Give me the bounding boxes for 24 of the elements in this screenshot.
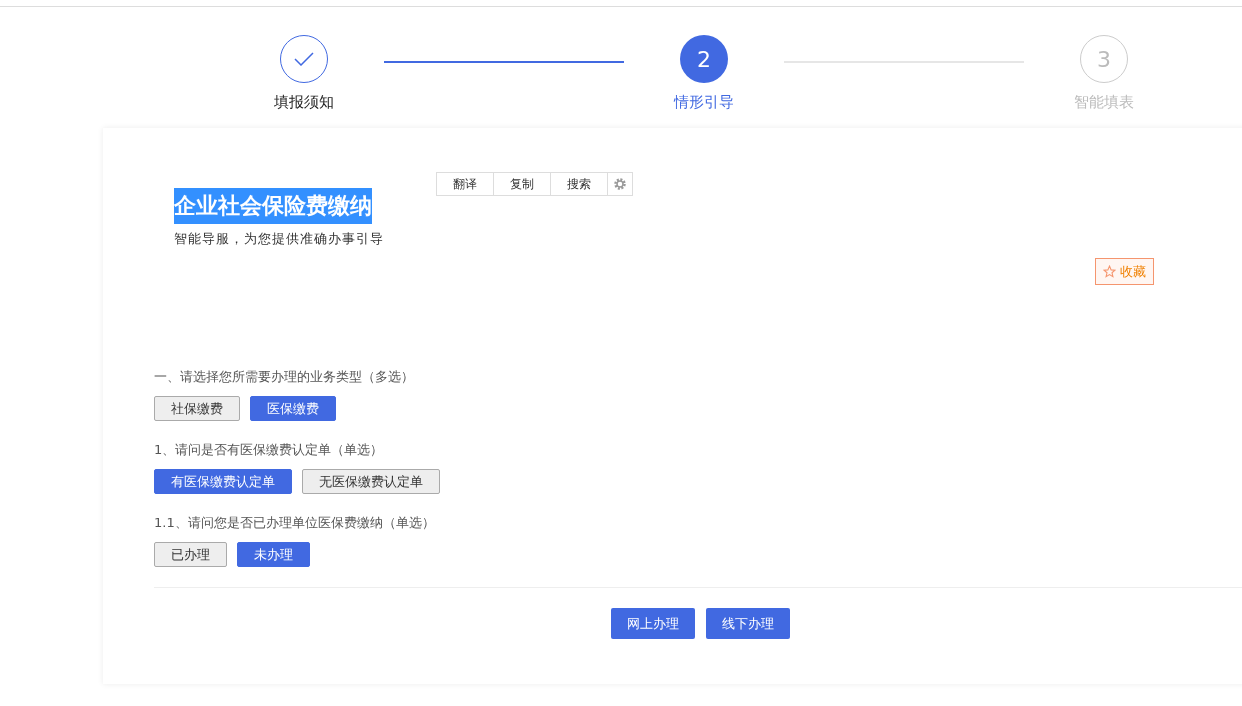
- star-icon: [1103, 265, 1116, 278]
- check-icon: [294, 52, 314, 66]
- step-label: 情形引导: [674, 93, 734, 112]
- option-button[interactable]: 无医保缴费认定单: [302, 469, 440, 494]
- popup-action[interactable]: 翻译: [437, 173, 494, 195]
- action-button[interactable]: 网上办理: [610, 608, 695, 639]
- settings-icon[interactable]: [613, 177, 627, 191]
- question-text: 1.1、请问您是否已办理单位医保费缴纳（单选）: [154, 514, 436, 532]
- action-button[interactable]: 线下办理: [705, 608, 790, 639]
- page-title: 企业社会保险费缴纳: [174, 188, 372, 224]
- question-text: 1、请问是否有医保缴费认定单（单选）: [154, 441, 385, 459]
- option-button[interactable]: 有医保缴费认定单: [154, 469, 292, 494]
- step-label: 填报须知: [274, 93, 334, 112]
- popup-action[interactable]: 搜索: [551, 173, 608, 195]
- question-text: 一、请选择您所需要办理的业务类型（多选）: [154, 368, 415, 386]
- option-button[interactable]: 未办理: [237, 542, 310, 567]
- step-label: 智能填表: [1074, 93, 1134, 112]
- page-subtitle: 智能导服，为您提供准确办事引导: [174, 230, 385, 248]
- option-button[interactable]: 已办理: [154, 542, 227, 567]
- step-circle: 2: [680, 35, 728, 83]
- option-button[interactable]: 社保缴费: [154, 396, 240, 421]
- step-circle: 3: [1080, 35, 1128, 83]
- popup-action[interactable]: 复制: [494, 173, 551, 195]
- option-button[interactable]: 医保缴费: [250, 396, 336, 421]
